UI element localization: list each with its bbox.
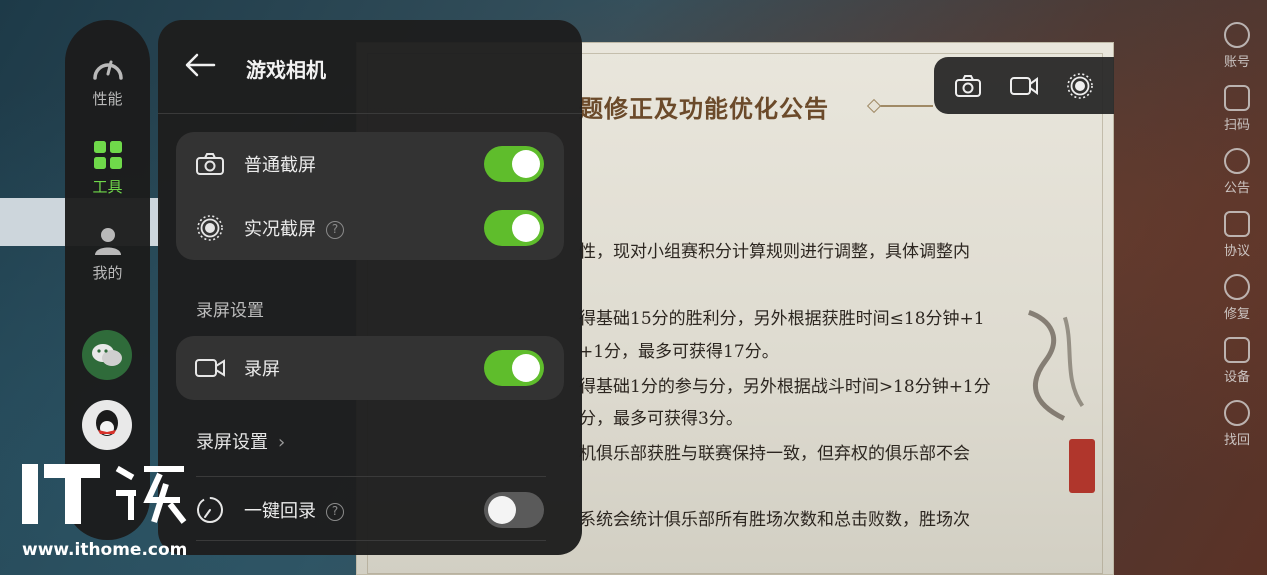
notice-line: 得基础1分的参与分，另外根据战斗时间>18分钟+1分 bbox=[579, 377, 991, 397]
back-arrow-icon[interactable] bbox=[184, 52, 220, 82]
wechat-icon[interactable] bbox=[82, 330, 132, 380]
record-toggle[interactable] bbox=[484, 350, 544, 386]
game-camera-panel: 游戏相机 普通截屏 实况截屏? 录屏设置 录屏 录屏设置 › 一键回录 ? bbox=[158, 20, 582, 555]
live-screenshot-label-group: 实况截屏? bbox=[244, 215, 344, 241]
notice-line: 分，最多可获得3分。 bbox=[579, 409, 743, 429]
instant-replay-row: 一键回录? bbox=[176, 478, 564, 542]
rail-label: 性能 bbox=[92, 90, 123, 108]
menu-label: 找回 bbox=[1223, 432, 1250, 448]
menu-notice[interactable]: 公告 bbox=[1214, 140, 1260, 203]
wrench-icon bbox=[1224, 273, 1250, 300]
menu-repair[interactable]: 修复 bbox=[1214, 266, 1260, 329]
notice-line: 系统会统计俱乐部所有胜场次数和总击败数，胜场次 bbox=[579, 510, 970, 530]
scan-icon bbox=[1224, 84, 1250, 111]
help-icon[interactable]: ? bbox=[326, 221, 344, 239]
live-screenshot-toggle[interactable] bbox=[484, 210, 544, 246]
toggle-knob bbox=[488, 496, 516, 524]
notice-title: 题修正及功能优化公告 bbox=[579, 94, 829, 123]
normal-screenshot-label: 普通截屏 bbox=[244, 155, 316, 176]
menu-label: 协议 bbox=[1223, 243, 1250, 259]
title-ornament bbox=[873, 105, 933, 107]
panel-title: 游戏相机 bbox=[246, 58, 326, 82]
video-icon[interactable] bbox=[1006, 68, 1042, 104]
live-screenshot-row: 实况截屏? bbox=[176, 196, 564, 260]
watermark-logo bbox=[20, 460, 190, 540]
notice-line: +1分，最多可获得17分。 bbox=[579, 342, 779, 362]
notice-line: 得基础15分的胜利分，另外根据获胜时间≤18分钟+1 bbox=[579, 309, 985, 329]
grid-icon bbox=[93, 141, 122, 169]
record-row: 录屏 bbox=[176, 336, 564, 400]
rail-item-tools[interactable]: 工具 bbox=[65, 140, 150, 197]
red-seal bbox=[1069, 439, 1095, 493]
notice-icon bbox=[1224, 147, 1250, 174]
menu-label: 公告 bbox=[1223, 180, 1250, 196]
gauge-icon bbox=[92, 60, 123, 80]
live-photo-icon bbox=[194, 212, 226, 244]
panel-header: 游戏相机 bbox=[158, 20, 582, 114]
record-card: 录屏 bbox=[176, 336, 564, 400]
menu-label: 扫码 bbox=[1223, 117, 1250, 133]
rail-item-performance[interactable]: 性能 bbox=[65, 52, 150, 109]
chevron-right-icon: › bbox=[278, 432, 286, 453]
toggle-knob bbox=[512, 354, 540, 382]
clipboard-icon bbox=[1224, 210, 1250, 237]
camera-quickbar bbox=[934, 57, 1114, 114]
divider bbox=[196, 476, 546, 477]
ithome-watermark: www.ithome.com bbox=[20, 460, 210, 570]
notice-line: 性，现对小组赛积分计算规则进行调整，具体调整内 bbox=[579, 242, 970, 262]
normal-screenshot-row: 普通截屏 bbox=[176, 132, 564, 196]
camera-icon[interactable] bbox=[950, 68, 986, 104]
rail-item-mine[interactable]: 我的 bbox=[65, 226, 150, 283]
watermark-url: www.ithome.com bbox=[22, 540, 188, 560]
menu-recover[interactable]: 找回 bbox=[1214, 392, 1260, 455]
record-section-header: 录屏设置 bbox=[196, 301, 264, 321]
live-screenshot-label: 实况截屏 bbox=[244, 219, 316, 240]
record-settings-link[interactable]: 录屏设置 › bbox=[196, 428, 285, 454]
device-icon bbox=[1224, 336, 1250, 363]
menu-scan[interactable]: 扫码 bbox=[1214, 77, 1260, 140]
rail-label: 我的 bbox=[92, 264, 123, 282]
camera-icon bbox=[194, 148, 226, 180]
instant-replay-label: 一键回录 bbox=[244, 501, 316, 522]
toggle-knob bbox=[512, 150, 540, 178]
menu-agreement[interactable]: 协议 bbox=[1214, 203, 1260, 266]
menu-device[interactable]: 设备 bbox=[1214, 329, 1260, 392]
game-side-menu: 账号 扫码 公告 协议 修复 设备 找回 bbox=[1214, 14, 1260, 455]
toggle-knob bbox=[512, 214, 540, 242]
screenshot-card: 普通截屏 实况截屏? bbox=[176, 132, 564, 260]
instant-replay-toggle[interactable] bbox=[484, 492, 544, 528]
menu-label: 账号 bbox=[1223, 54, 1250, 70]
menu-label: 修复 bbox=[1223, 306, 1250, 322]
qq-icon[interactable] bbox=[82, 400, 132, 450]
video-icon bbox=[194, 352, 226, 384]
help-icon[interactable]: ? bbox=[326, 503, 344, 521]
recover-icon bbox=[1224, 399, 1250, 426]
record-label: 录屏 bbox=[244, 359, 280, 380]
menu-label: 设备 bbox=[1223, 369, 1250, 385]
account-icon bbox=[1224, 21, 1250, 48]
person-icon bbox=[94, 228, 121, 255]
divider bbox=[196, 540, 546, 541]
normal-screenshot-toggle[interactable] bbox=[484, 146, 544, 182]
record-settings-label: 录屏设置 bbox=[196, 432, 268, 453]
instant-replay-label-group: 一键回录? bbox=[244, 497, 344, 523]
notice-line: 机俱乐部获胜与联赛保持一致，但弃权的俱乐部不会 bbox=[579, 444, 970, 464]
rail-label: 工具 bbox=[92, 178, 123, 196]
menu-account[interactable]: 账号 bbox=[1214, 14, 1260, 77]
live-photo-icon[interactable] bbox=[1062, 68, 1098, 104]
